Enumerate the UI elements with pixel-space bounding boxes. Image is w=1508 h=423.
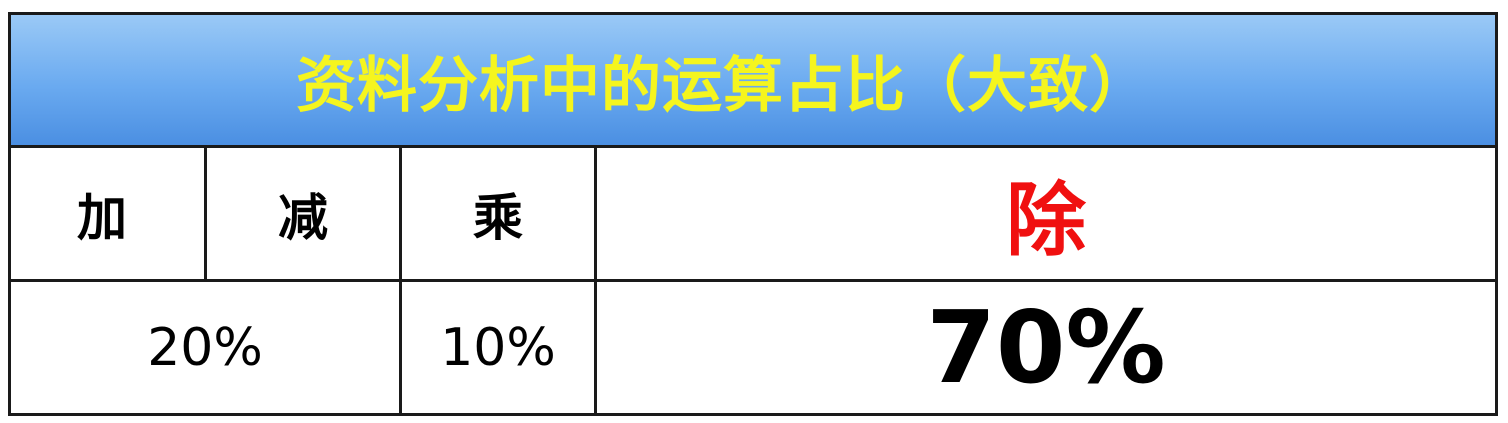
table-title: 资料分析中的运算占比（大致） bbox=[296, 50, 1150, 121]
add-label: 加 bbox=[77, 188, 127, 247]
divide-label: 除 bbox=[1006, 173, 1086, 267]
cell-add-subtract-share: 20% bbox=[11, 282, 402, 413]
cell-multiply: 乘 bbox=[402, 148, 597, 282]
cell-divide-share: 70% bbox=[597, 282, 1495, 413]
divide-share: 70% bbox=[926, 289, 1166, 406]
add-subtract-share: 20% bbox=[147, 317, 263, 378]
cell-add: 加 bbox=[11, 148, 207, 282]
multiply-share: 10% bbox=[440, 317, 556, 378]
operation-share-table: 资料分析中的运算占比（大致） 加 减 乘 除 20% 10% 70% bbox=[8, 12, 1498, 416]
multiply-label: 乘 bbox=[473, 188, 523, 247]
cell-multiply-share: 10% bbox=[402, 282, 597, 413]
cell-divide: 除 bbox=[597, 148, 1495, 282]
table-header: 资料分析中的运算占比（大致） bbox=[11, 15, 1495, 148]
cell-subtract: 减 bbox=[207, 148, 402, 282]
subtract-label: 减 bbox=[278, 188, 328, 247]
